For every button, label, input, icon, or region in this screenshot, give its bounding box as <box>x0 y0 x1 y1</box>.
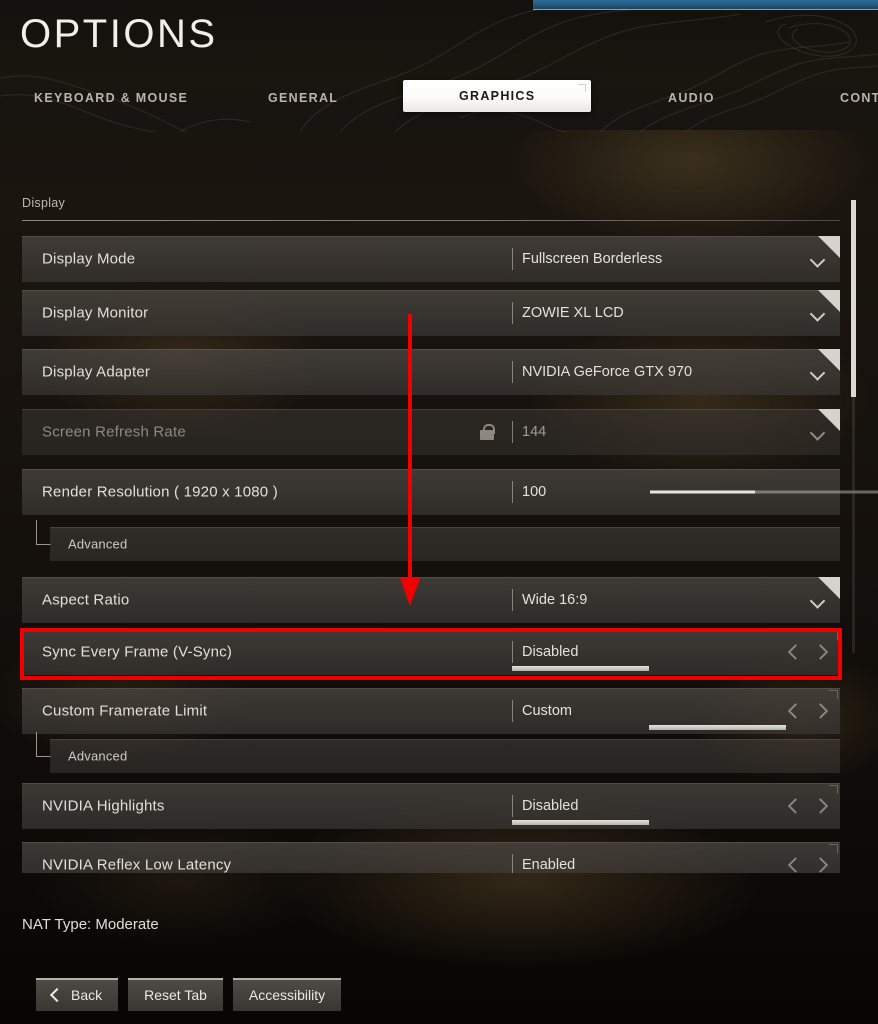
row-value-area: 144 <box>480 409 840 455</box>
stepper-arrows <box>787 857 829 873</box>
row-value-area: ZOWIE XL LCD <box>490 290 840 336</box>
row-value-area: Wide 16:9 <box>490 577 840 623</box>
chevron-left-icon[interactable] <box>787 644 804 660</box>
row-label: Screen Refresh Rate <box>42 423 186 441</box>
chevron-left-icon[interactable] <box>787 798 804 814</box>
setting-row-aspect-ratio[interactable]: Aspect Ratio Wide 16:9 <box>22 577 840 623</box>
accessibility-button-label: Accessibility <box>248 987 326 1003</box>
row-value-area: Enabled <box>490 842 840 873</box>
setting-row-screen-refresh-rate[interactable]: Screen Refresh Rate 144 <box>22 409 840 455</box>
settings-row-list: Display Mode Fullscreen Borderless Displ… <box>0 228 878 873</box>
section-header-display: Display <box>22 196 66 210</box>
scrollbar-thumb[interactable] <box>851 200 856 397</box>
back-caret-icon <box>49 987 65 1003</box>
row-label: NVIDIA Reflex Low Latency <box>42 856 232 874</box>
chevron-down-icon[interactable] <box>811 428 826 437</box>
stepper-arrows <box>787 798 829 814</box>
setting-row-vsync[interactable]: Sync Every Frame (V-Sync) Disabled <box>22 629 840 675</box>
accessibility-button[interactable]: Accessibility <box>232 978 342 1011</box>
row-label: Advanced <box>68 748 128 764</box>
tab-bar: KEYBOARD & MOUSE GENERAL GRAPHICS AUDIO … <box>0 80 878 121</box>
settings-panel: Display Display Mode Fullscreen Borderle… <box>0 196 878 886</box>
row-value: NVIDIA GeForce GTX 970 <box>522 364 693 380</box>
reset-tab-button[interactable]: Reset Tab <box>128 978 223 1011</box>
chevron-right-icon[interactable] <box>812 703 829 719</box>
setting-row-render-resolution[interactable]: Render Resolution ( 1920 x 1080 ) 100 <box>22 469 878 515</box>
row-value: Wide 16:9 <box>522 592 588 608</box>
tab-general[interactable]: GENERAL <box>262 83 344 113</box>
option-position-bar <box>512 666 649 671</box>
setting-row-nvidia-highlights[interactable]: NVIDIA Highlights Disabled <box>22 783 840 829</box>
chevron-left-icon[interactable] <box>787 703 804 719</box>
setting-row-custom-framerate-limit[interactable]: Custom Framerate Limit Custom <box>22 688 840 734</box>
subrow-connector <box>36 732 51 757</box>
stepper-arrows <box>787 644 829 660</box>
back-button[interactable]: Back <box>36 978 119 1011</box>
row-value: Disabled <box>522 798 579 814</box>
setting-row-display-adapter[interactable]: Display Adapter NVIDIA GeForce GTX 970 <box>22 349 840 395</box>
setting-row-advanced-resolution[interactable]: Advanced <box>50 527 840 561</box>
top-accent-bar <box>533 0 878 10</box>
value-separator <box>512 854 513 873</box>
option-position-bar <box>649 725 786 730</box>
chevron-down-icon[interactable] <box>811 309 826 318</box>
slider-fill <box>650 490 755 494</box>
stepper-arrows <box>787 703 829 719</box>
value-separator <box>512 421 513 443</box>
value-separator <box>512 302 513 324</box>
setting-row-display-mode[interactable]: Display Mode Fullscreen Borderless <box>22 236 840 282</box>
row-value-area: 100 <box>490 469 878 515</box>
option-position-bar <box>512 820 649 825</box>
render-resolution-slider[interactable] <box>650 490 878 494</box>
tab-keyboard-mouse[interactable]: KEYBOARD & MOUSE <box>28 83 194 113</box>
row-value: Disabled <box>522 644 579 660</box>
setting-row-display-monitor[interactable]: Display Monitor ZOWIE XL LCD <box>22 290 840 336</box>
page-title: OPTIONS <box>20 12 218 56</box>
value-separator <box>512 795 513 817</box>
row-label: Display Mode <box>42 250 136 268</box>
row-label: Display Adapter <box>42 363 151 381</box>
setting-row-nvidia-reflex[interactable]: NVIDIA Reflex Low Latency Enabled <box>22 842 840 873</box>
chevron-left-icon[interactable] <box>787 857 804 873</box>
tab-audio[interactable]: AUDIO <box>662 83 721 113</box>
tab-controller[interactable]: CONT <box>834 83 878 113</box>
subrow-connector <box>36 520 51 545</box>
back-button-label: Back <box>71 987 103 1003</box>
row-label: Advanced <box>68 536 128 552</box>
row-label: Render Resolution ( 1920 x 1080 ) <box>42 483 278 501</box>
row-value: 100 <box>522 484 547 500</box>
footer-button-bar: Back Reset Tab Accessibility <box>36 978 342 1011</box>
row-value: ZOWIE XL LCD <box>522 305 624 321</box>
value-separator <box>512 589 513 611</box>
row-label: Sync Every Frame (V-Sync) <box>42 643 233 661</box>
chevron-down-icon[interactable] <box>811 255 826 264</box>
row-value: Fullscreen Borderless <box>522 251 663 267</box>
row-label: Aspect Ratio <box>42 591 130 609</box>
row-value-area: Fullscreen Borderless <box>490 236 840 282</box>
tab-graphics[interactable]: GRAPHICS <box>403 80 592 112</box>
value-separator <box>512 641 513 663</box>
row-label: NVIDIA Highlights <box>42 797 165 815</box>
chevron-right-icon[interactable] <box>812 644 829 660</box>
row-value-area: NVIDIA GeForce GTX 970 <box>490 349 840 395</box>
lock-icon <box>480 424 495 440</box>
row-value: Enabled <box>522 857 576 873</box>
nat-type-status: NAT Type: Moderate <box>22 916 159 933</box>
row-label: Custom Framerate Limit <box>42 702 208 720</box>
chevron-down-icon[interactable] <box>811 596 826 605</box>
setting-row-advanced-framerate[interactable]: Advanced <box>50 739 840 773</box>
chevron-down-icon[interactable] <box>811 368 826 377</box>
reset-tab-button-label: Reset Tab <box>144 987 207 1003</box>
row-label: Display Monitor <box>42 304 149 322</box>
row-value: 144 <box>522 424 547 440</box>
chevron-right-icon[interactable] <box>812 857 829 873</box>
section-divider <box>22 220 840 221</box>
value-separator <box>512 361 513 383</box>
value-separator <box>512 248 513 270</box>
value-separator <box>512 481 513 503</box>
row-value: Custom <box>522 703 572 719</box>
value-separator <box>512 700 513 722</box>
chevron-right-icon[interactable] <box>812 798 829 814</box>
